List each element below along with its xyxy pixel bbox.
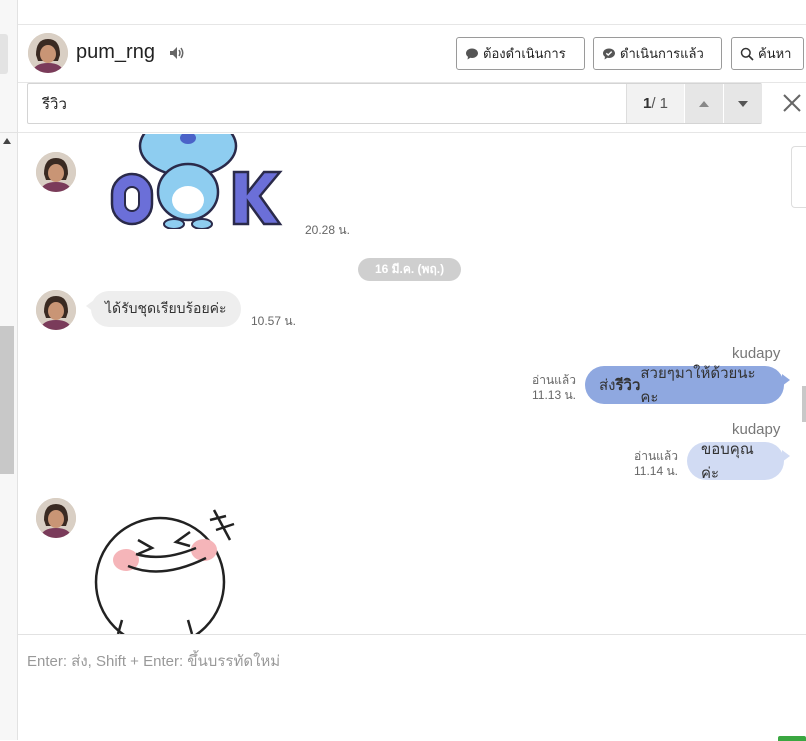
message-search-bar: 1/ 1: [18, 83, 806, 133]
message-input[interactable]: [18, 635, 806, 735]
laughing-sticker[interactable]: [92, 500, 252, 634]
ok-sticker[interactable]: [106, 134, 286, 229]
speaker-icon[interactable]: [168, 44, 186, 62]
caret-down-icon: [738, 100, 748, 107]
resize-handle[interactable]: [0, 0, 6, 740]
side-panel-tab[interactable]: [791, 146, 806, 208]
done-button[interactable]: ดำเนินการแล้ว: [593, 37, 722, 70]
contact-name: pum_rng: [76, 41, 155, 63]
close-icon[interactable]: [780, 91, 804, 115]
chat-bubble-icon: [466, 48, 478, 59]
message-time: 20.28 น.: [305, 223, 350, 237]
search-result-count: 1/ 1: [626, 84, 684, 123]
avatar[interactable]: [36, 498, 76, 538]
sender-name: kudapy: [732, 421, 781, 438]
message-time: 11.14 น.: [633, 464, 678, 478]
avatar[interactable]: [28, 33, 68, 73]
date-divider: 16 มี.ค. (พฤ.): [358, 258, 461, 281]
message-text-prefix: ส่ง: [599, 377, 616, 394]
pending-button-label: ต้องดำเนินการ: [483, 46, 566, 61]
search-box: 1/ 1: [27, 83, 762, 124]
read-label: อ่านแล้ว: [532, 373, 576, 387]
search-current: 1: [642, 95, 652, 112]
avatar[interactable]: [36, 152, 76, 192]
message-time: 10.57 น.: [251, 314, 296, 328]
caret-up-icon: [699, 100, 709, 107]
outgoing-message[interactable]: ขอบคุณค่ะ: [687, 441, 784, 482]
bubble-tail: [782, 450, 790, 462]
message-text: ได้รับชุดเรียบร้อยค่ะ: [105, 300, 227, 316]
message-text-suffix: สวยๆมาให้ด้วยนะคะ: [640, 365, 756, 406]
search-highlight: รีวิว: [615, 377, 641, 394]
chat-check-icon: [603, 48, 615, 59]
search-prev-button[interactable]: [685, 84, 723, 123]
scrollbar-thumb[interactable]: [802, 386, 806, 422]
message-text: ขอบคุณค่ะ: [701, 441, 754, 482]
read-status: อ่านแล้ว 11.13 น.: [523, 373, 576, 403]
avatar[interactable]: [36, 290, 76, 330]
outgoing-message[interactable]: ส่ง รีวิว สวยๆมาให้ด้วยนะคะ: [585, 365, 784, 406]
search-button-label: ค้นหา: [758, 46, 792, 61]
read-status: อ่านแล้ว 11.14 น.: [625, 449, 678, 479]
sender-name: kudapy: [732, 345, 781, 362]
pending-button[interactable]: ต้องดำเนินการ: [456, 37, 585, 70]
incoming-message[interactable]: ได้รับชุดเรียบร้อยค่ะ: [91, 291, 241, 327]
message-time: 11.13 น.: [531, 388, 576, 402]
chat-messages: 20.28 น. 16 มี.ค. (พฤ.) ได้รับชุดเรียบร้…: [18, 134, 806, 634]
send-button[interactable]: [778, 736, 806, 741]
search-total: / 1: [651, 95, 669, 112]
search-input[interactable]: [28, 84, 625, 123]
message-composer: [18, 634, 806, 741]
search-button[interactable]: ค้นหา: [731, 37, 804, 70]
chat-header: pum_rng ต้องดำเนินการ ดำเนินการแล้ว ค้นห…: [18, 25, 806, 83]
bubble-tail: [782, 374, 790, 386]
done-button-label: ดำเนินการแล้ว: [620, 46, 704, 61]
search-icon: [740, 47, 754, 61]
read-label: อ่านแล้ว: [634, 449, 678, 463]
search-next-button[interactable]: [724, 84, 762, 123]
